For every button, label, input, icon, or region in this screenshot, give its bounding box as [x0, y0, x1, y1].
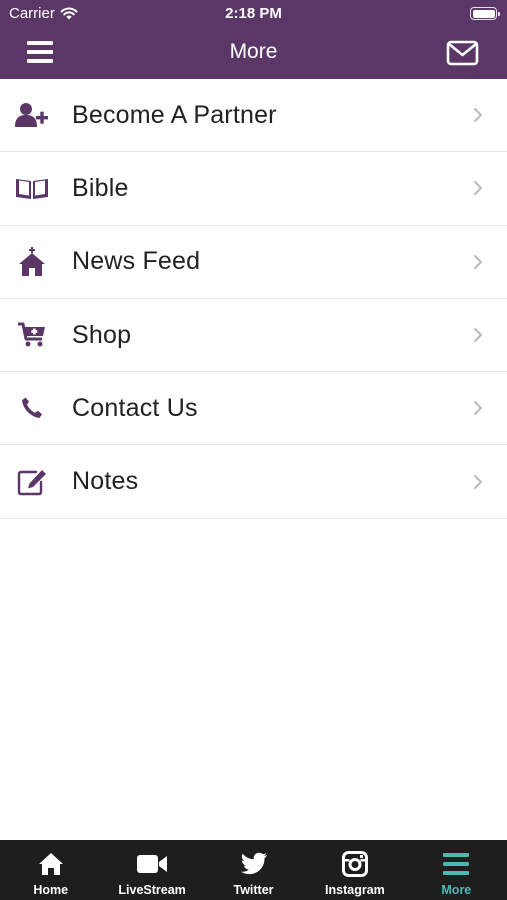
more-menu-list: Become A Partner Bible News Feed Shop Co…	[0, 79, 507, 519]
video-camera-icon	[136, 850, 168, 878]
menu-item-notes[interactable]: Notes	[0, 445, 507, 519]
menu-icon	[440, 850, 472, 878]
messages-button[interactable]	[446, 40, 479, 66]
chevron-right-icon	[474, 328, 482, 343]
tab-livestream[interactable]: LiveStream	[101, 840, 202, 900]
chevron-right-icon	[474, 254, 482, 269]
tab-label: LiveStream	[118, 883, 186, 897]
header: Carrier 2:18 PM More	[0, 0, 507, 79]
chevron-right-icon	[474, 108, 482, 123]
more-screen: Carrier 2:18 PM More Become A Partner Bi…	[0, 0, 507, 900]
menu-item-news-feed[interactable]: News Feed	[0, 226, 507, 299]
tab-label: Twitter	[233, 883, 274, 897]
tab-label: Instagram	[325, 883, 385, 897]
nav-bar: More	[0, 28, 507, 79]
battery-icon	[470, 7, 500, 20]
menu-item-label: Notes	[72, 467, 139, 496]
menu-item-label: Shop	[72, 320, 132, 349]
open-book-icon	[14, 173, 50, 203]
menu-item-label: Become A Partner	[72, 100, 277, 129]
tab-label: More	[441, 883, 472, 897]
tab-home[interactable]: Home	[0, 840, 101, 900]
twitter-icon	[238, 850, 270, 878]
tab-bar: Home LiveStream Twitter Instagram More	[0, 840, 507, 900]
home-icon	[35, 850, 67, 878]
cart-icon	[14, 320, 50, 350]
tab-more[interactable]: More	[406, 840, 507, 900]
tab-twitter[interactable]: Twitter	[203, 840, 304, 900]
menu-item-become-a-partner[interactable]: Become A Partner	[0, 79, 507, 153]
page-title: More	[229, 40, 278, 63]
add-user-icon	[14, 100, 50, 130]
status-bar: Carrier 2:18 PM	[0, 0, 507, 28]
tab-label: Home	[33, 883, 69, 897]
menu-item-shop[interactable]: Shop	[0, 299, 507, 373]
menu-item-label: Bible	[72, 173, 129, 202]
menu-item-bible[interactable]: Bible	[0, 152, 507, 226]
tab-instagram[interactable]: Instagram	[304, 840, 405, 900]
church-icon	[14, 246, 50, 277]
menu-item-label: News Feed	[72, 247, 201, 276]
instagram-icon	[339, 850, 371, 878]
phone-icon	[14, 393, 50, 423]
menu-item-contact-us[interactable]: Contact Us	[0, 372, 507, 446]
status-time: 2:18 PM	[225, 5, 282, 22]
menu-item-label: Contact Us	[72, 393, 198, 422]
mail-icon	[446, 40, 479, 66]
chevron-right-icon	[474, 181, 482, 196]
chevron-right-icon	[474, 401, 482, 416]
edit-note-icon	[14, 467, 50, 497]
chevron-right-icon	[474, 474, 482, 489]
